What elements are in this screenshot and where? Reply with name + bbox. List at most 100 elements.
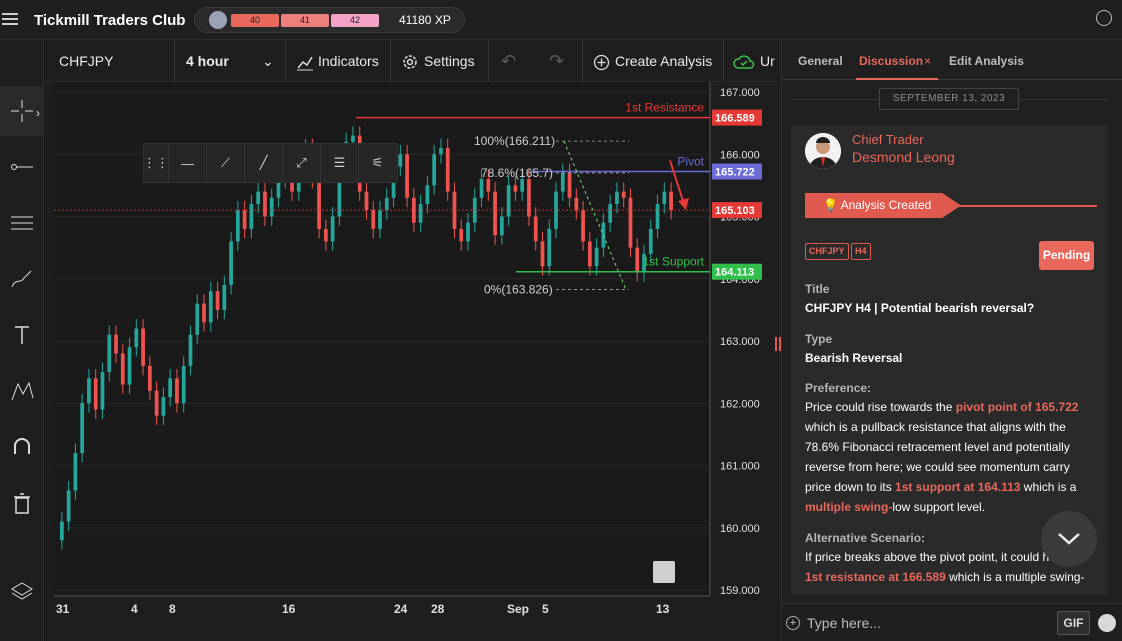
y-tick-label: 159.000 <box>720 585 760 597</box>
candle-body <box>141 328 145 366</box>
brush-icon <box>11 270 32 288</box>
support-highlight: 1st support at 164.113 <box>895 480 1021 494</box>
candle-body <box>655 204 660 229</box>
author-role: Chief Trader <box>852 132 924 147</box>
candle-body <box>215 291 220 310</box>
upload-button[interactable]: Ur <box>760 40 775 82</box>
line-width-icon[interactable]: ╱ <box>244 144 282 182</box>
emoji-icon[interactable] <box>1098 614 1116 632</box>
alt-text-1: If price breaks above the pivot point, i… <box>805 550 1050 564</box>
chevron-down-icon <box>1058 533 1080 545</box>
undo-icon[interactable]: ↶ <box>501 40 516 82</box>
tab-discussion[interactable]: Discussion <box>859 54 923 68</box>
trend-line-tool[interactable] <box>0 142 44 192</box>
line-color-icon[interactable]: ⟋ <box>206 144 244 182</box>
lightbulb-icon: 💡 <box>823 198 838 212</box>
candle-body <box>269 197 274 217</box>
candle-body <box>168 378 173 398</box>
candle-body <box>594 247 599 267</box>
crosshair-icon <box>11 100 33 122</box>
indicators-button[interactable]: Indicators <box>318 40 379 82</box>
candle-body <box>236 210 240 242</box>
candle-body <box>398 154 403 167</box>
candle-body <box>384 197 389 211</box>
add-attachment-icon[interactable]: + <box>786 616 800 630</box>
y-tick-label: 160.000 <box>720 523 760 535</box>
symbol-label[interactable]: CHFJPY <box>59 40 113 82</box>
candle-body <box>621 191 626 198</box>
layers-tool[interactable] <box>0 566 44 616</box>
alt-text-2: which is a multiple swing- <box>945 570 1085 584</box>
candle-body <box>73 453 78 491</box>
line-options-icon[interactable]: ⤢ <box>282 144 320 182</box>
candle-body <box>249 204 254 229</box>
level-settings-icon[interactable]: ☰ <box>320 144 358 182</box>
pattern-tool[interactable] <box>0 366 44 416</box>
magnet-tool[interactable] <box>0 422 44 472</box>
channel-tool[interactable] <box>0 198 44 248</box>
title-label: Title <box>805 282 830 296</box>
candle-body <box>648 228 653 254</box>
gif-button[interactable]: GIF <box>1057 611 1090 635</box>
pivot-highlight: pivot point of 165.722 <box>955 400 1079 414</box>
text-icon <box>15 326 29 344</box>
comment-input[interactable]: Type here... <box>807 615 881 631</box>
object-properties-icon[interactable]: ⚟ <box>358 144 396 182</box>
candle-body <box>506 185 511 217</box>
candle-body <box>533 216 538 242</box>
indicators-icon <box>296 40 314 82</box>
x-tick-label: 4 <box>131 602 138 616</box>
chevron-right-icon[interactable]: › <box>36 106 40 120</box>
settings-button[interactable]: Settings <box>424 40 475 82</box>
redo-icon[interactable]: ↷ <box>549 40 564 82</box>
candle-body <box>378 210 382 229</box>
menu-icon[interactable] <box>2 10 18 26</box>
x-tick-label: 13 <box>656 602 670 616</box>
timeframe-select[interactable]: 4 hour <box>186 40 229 82</box>
text-tool[interactable] <box>0 310 44 360</box>
candle-body <box>500 216 504 236</box>
rank-badge-icon <box>209 11 227 29</box>
candle-body <box>93 378 98 410</box>
line-style-icon[interactable]: — <box>168 144 206 182</box>
chevron-down-icon[interactable]: ⌄ <box>262 40 274 82</box>
globe-icon[interactable] <box>1096 10 1112 26</box>
delete-tool[interactable] <box>0 478 44 528</box>
tab-general[interactable]: General <box>798 54 843 68</box>
price-tag-label: 164.113 <box>715 267 754 279</box>
candle-body <box>114 334 118 354</box>
preference-text-1: Price could rise towards the <box>805 400 956 414</box>
x-tick-label: 24 <box>394 602 408 616</box>
candle-body <box>479 179 484 198</box>
layers-icon <box>11 582 33 600</box>
candle-body <box>540 241 545 267</box>
analysis-created-label: Analysis Created <box>840 198 932 212</box>
candle-body <box>560 172 565 192</box>
create-analysis-button[interactable]: Create Analysis <box>615 40 712 82</box>
x-tick-label: 28 <box>431 602 445 616</box>
symbol-tag: CHFJPY <box>805 243 849 260</box>
tab-edit-analysis[interactable]: Edit Analysis <box>949 54 1024 68</box>
divider <box>723 40 724 82</box>
candle-body <box>107 334 112 373</box>
title-value: CHFJPY H4 | Potential bearish reversal? <box>805 301 1035 315</box>
scroll-down-button[interactable] <box>1041 511 1097 567</box>
candle-body <box>222 284 227 310</box>
drawing-tools-panel: › <box>0 40 44 641</box>
timeframe-tag: H4 <box>851 243 871 260</box>
divider <box>488 40 489 82</box>
preference-label: Preference: <box>805 381 872 395</box>
candle-body <box>628 197 633 248</box>
brush-tool[interactable] <box>0 254 44 304</box>
date-chip: SEPTEMBER 13, 2023 <box>879 88 1019 110</box>
candle-body <box>588 241 592 267</box>
y-tick-label: 166.000 <box>720 149 760 161</box>
candle-body <box>405 154 409 198</box>
preference-text-3: which is a <box>1020 480 1077 494</box>
level-label: Pivot <box>677 155 704 169</box>
drag-handle-icon[interactable]: ⋮⋮ <box>143 144 169 182</box>
lightbulb-icon <box>653 561 675 583</box>
xp-level-prev: 40 <box>231 14 279 27</box>
close-icon[interactable]: × <box>924 54 931 68</box>
candle-body <box>80 403 85 454</box>
